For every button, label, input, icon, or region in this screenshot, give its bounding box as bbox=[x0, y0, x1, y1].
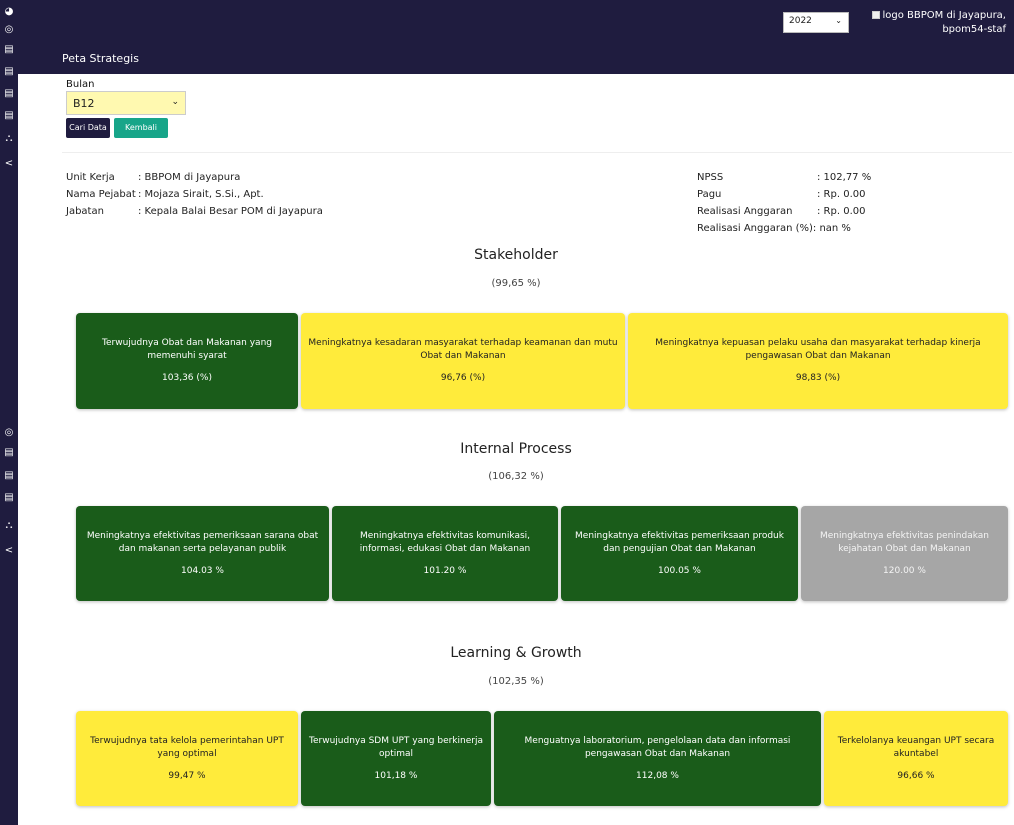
info-row: Jabatan : Kepala Balai Besar POM di Jayap… bbox=[66, 203, 323, 220]
card-text: Terwujudnya SDM UPT yang berkinerja opti… bbox=[309, 735, 483, 759]
dashboard-icon[interactable]: ◕ bbox=[3, 6, 15, 18]
card-pct: 104.03 % bbox=[181, 565, 224, 576]
card-text: Terwujudnya Obat dan Makanan yang memenu… bbox=[102, 338, 272, 361]
card-pct: 103,36 (%) bbox=[162, 373, 212, 383]
section-pct: (106,32 %) bbox=[488, 471, 544, 482]
strategic-card[interactable]: Terwujudnya SDM UPT yang berkinerja opti… bbox=[301, 711, 491, 806]
card-text: Meningkatnya efektivitas pemeriksaan pro… bbox=[575, 530, 784, 554]
info-row: NPSS : 102,77 % bbox=[697, 169, 871, 186]
section-title: Internal Process bbox=[460, 441, 572, 457]
info-value: : BBPOM di Jayapura bbox=[138, 172, 241, 183]
card-pct: 101.20 % bbox=[423, 565, 467, 576]
database-icon[interactable]: ▤ bbox=[3, 44, 15, 56]
database-icon[interactable]: ▤ bbox=[3, 470, 15, 482]
card-text: Meningkatnya kesadaran masyarakat terhad… bbox=[308, 338, 618, 361]
card-text: Meningkatnya kepuasan pelaku usaha dan m… bbox=[655, 338, 981, 361]
info-right: NPSS : 102,77 % Pagu : Rp. 0.00 Realisasi … bbox=[697, 169, 871, 237]
logo-alt-text: logo BBPOM di Jayapura, bbox=[882, 10, 1006, 21]
card-pct: 100.05 % bbox=[658, 565, 701, 576]
card-text: Terwujudnya tata kelola pemerintahan UPT… bbox=[90, 735, 284, 759]
card-text: Meningkatnya efektivitas pemeriksaan sar… bbox=[86, 530, 319, 554]
card-pct: 96,76 (%) bbox=[440, 373, 486, 383]
page-title: Peta Strategis bbox=[62, 52, 139, 65]
database-icon[interactable]: ▤ bbox=[3, 88, 15, 100]
target-icon[interactable]: ◎ bbox=[3, 24, 15, 36]
chevron-down-icon: ⌄ bbox=[835, 16, 842, 25]
target-icon[interactable]: ◎ bbox=[3, 427, 15, 439]
card-pct: 101,18 % bbox=[374, 770, 418, 781]
info-row: Pagu : Rp. 0.00 bbox=[697, 186, 871, 203]
card-pct: 112,08 % bbox=[636, 770, 679, 781]
section-title: Stakeholder bbox=[474, 247, 558, 263]
info-row: Realisasi Anggaran (%): nan % bbox=[697, 220, 871, 237]
card-text: Meningkatnya efektivitas penindakan keja… bbox=[820, 530, 989, 554]
info-value: : 102,77 % bbox=[817, 172, 872, 183]
info-key: Unit Kerja bbox=[66, 172, 115, 183]
bulan-selected-value: B12 bbox=[73, 97, 95, 110]
card-pct: 96,66 % bbox=[897, 770, 935, 781]
info-key: Jabatan bbox=[66, 206, 104, 217]
strategic-card[interactable]: Meningkatnya efektivitas penindakan keja… bbox=[801, 506, 1008, 601]
sitemap-icon[interactable]: ⛬ bbox=[3, 520, 15, 532]
info-key: NPSS bbox=[697, 172, 724, 183]
section-pct: (99,65 %) bbox=[491, 278, 541, 289]
strategic-card[interactable]: Terkelolanya keuangan UPT secara akuntab… bbox=[824, 711, 1008, 806]
card-pct: 120.00 % bbox=[883, 565, 926, 576]
year-select[interactable]: 2022 ⌄ bbox=[783, 12, 849, 33]
share-icon[interactable]: < bbox=[3, 158, 15, 170]
info-value: : Kepala Balai Besar POM di Jayapura bbox=[138, 206, 323, 217]
info-key: Pagu bbox=[697, 189, 722, 200]
user-name[interactable]: bpom54-staf bbox=[872, 23, 1006, 37]
share-icon[interactable]: < bbox=[3, 545, 15, 557]
strategic-card[interactable]: Terwujudnya Obat dan Makanan yang memenu… bbox=[76, 313, 298, 409]
card-text: Menguatnya laboratorium, pengelolaan dat… bbox=[524, 735, 791, 759]
strategic-card[interactable]: Meningkatnya efektivitas pemeriksaan pro… bbox=[561, 506, 798, 601]
info-value: : nan % bbox=[812, 223, 851, 234]
info-key: Nama Pejabat bbox=[66, 189, 136, 200]
card-pct: 98,83 (%) bbox=[795, 373, 841, 383]
database-icon[interactable]: ▤ bbox=[3, 66, 15, 78]
broken-image-icon bbox=[872, 11, 881, 19]
info-key: Realisasi Anggaran bbox=[697, 206, 793, 217]
logo: logo BBPOM di Jayapura, bpom54-staf bbox=[872, 9, 1006, 37]
sitemap-icon[interactable]: ⛬ bbox=[3, 133, 15, 145]
kembali-button[interactable]: Kembali bbox=[114, 118, 168, 138]
strategic-card[interactable]: Meningkatnya kepuasan pelaku usaha dan m… bbox=[628, 313, 1008, 409]
strategic-card[interactable]: Meningkatnya efektivitas pemeriksaan sar… bbox=[76, 506, 329, 601]
info-value: : Mojaza Sirait, S.Si., Apt. bbox=[138, 189, 264, 200]
card-text: Terkelolanya keuangan UPT secara akuntab… bbox=[837, 735, 995, 759]
card-pct: 99,47 % bbox=[168, 770, 206, 781]
info-row: Realisasi Anggaran : Rp. 0.00 bbox=[697, 203, 871, 220]
info-row: Unit Kerja : BBPOM di Jayapura bbox=[66, 169, 323, 186]
section-pct: (102,35 %) bbox=[488, 676, 544, 687]
card-text: Meningkatnya efektivitas komunikasi, inf… bbox=[359, 530, 531, 554]
cari-data-button[interactable]: Cari Data bbox=[66, 118, 110, 138]
info-row: Nama Pejabat: Mojaza Sirait, S.Si., Apt. bbox=[66, 186, 323, 203]
strategic-card[interactable]: Menguatnya laboratorium, pengelolaan dat… bbox=[494, 711, 821, 806]
chevron-down-icon: ⌄ bbox=[171, 97, 179, 107]
top-bar: 2022 ⌄ logo BBPOM di Jayapura, bpom54-st… bbox=[18, 0, 1014, 74]
info-value: : Rp. 0.00 bbox=[817, 189, 866, 200]
strategic-card[interactable]: Meningkatnya kesadaran masyarakat terhad… bbox=[301, 313, 625, 409]
info-left: Unit Kerja : BBPOM di Jayapura Nama Pejab… bbox=[66, 169, 323, 220]
strategic-card[interactable]: Meningkatnya efektivitas komunikasi, inf… bbox=[332, 506, 558, 601]
database-icon[interactable]: ▤ bbox=[3, 492, 15, 504]
sidebar: ◕ ◎ ▤ ▤ ▤ ▤ ⛬ < ◎ ▤ ▤ ▤ ⛬ < bbox=[0, 0, 18, 825]
info-value: : Rp. 0.00 bbox=[817, 206, 866, 217]
database-icon[interactable]: ▤ bbox=[3, 447, 15, 459]
info-key: Realisasi Anggaran (%) bbox=[697, 223, 813, 234]
bulan-label: Bulan bbox=[66, 79, 95, 90]
year-selected-value: 2022 bbox=[789, 16, 812, 26]
bulan-select[interactable]: B12 ⌄ bbox=[66, 91, 186, 115]
strategic-card[interactable]: Terwujudnya tata kelola pemerintahan UPT… bbox=[76, 711, 298, 806]
database-icon[interactable]: ▤ bbox=[3, 110, 15, 122]
divider bbox=[62, 152, 1012, 153]
section-title: Learning & Growth bbox=[450, 645, 582, 661]
